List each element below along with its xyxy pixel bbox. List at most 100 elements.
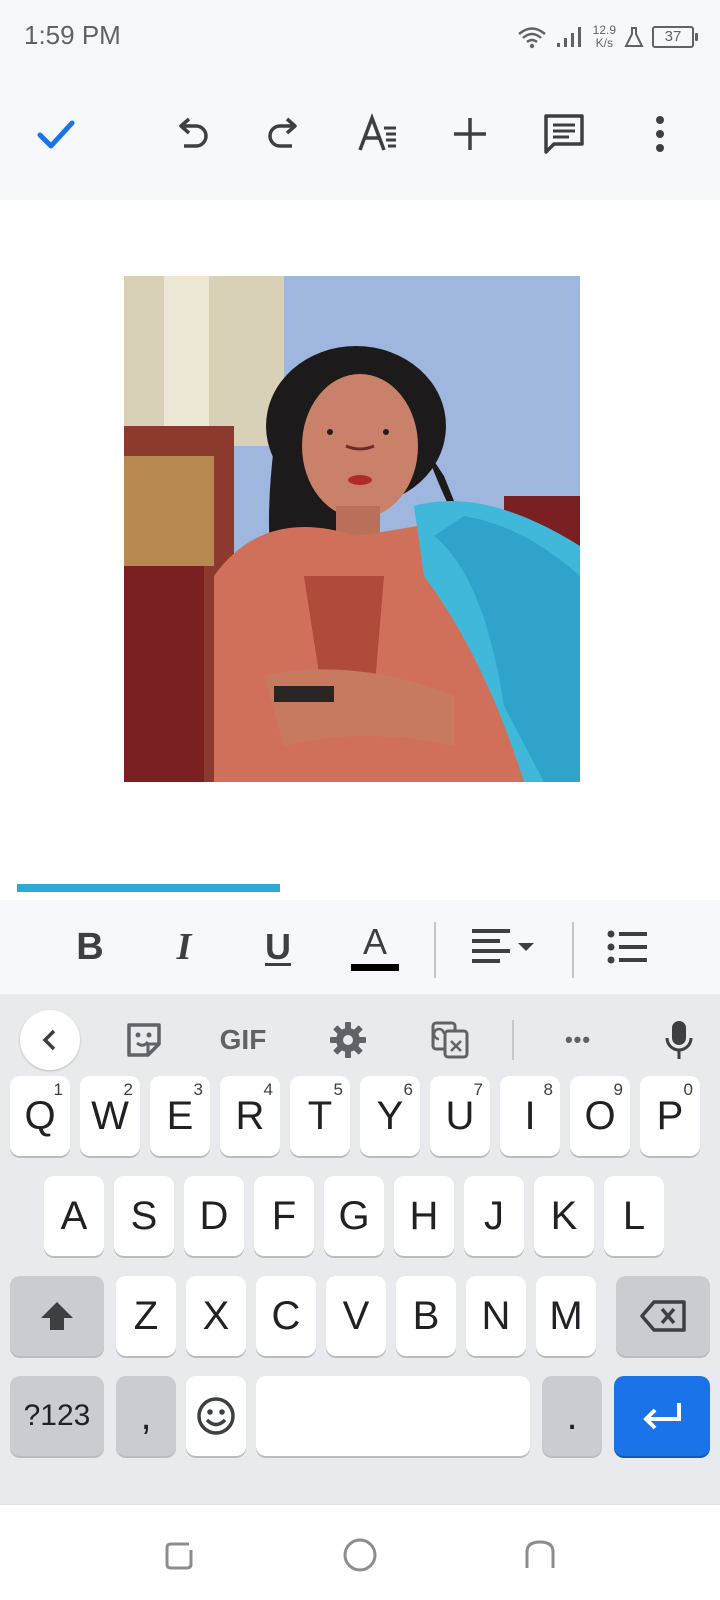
key-v[interactable]: V bbox=[326, 1276, 386, 1356]
key-label: E bbox=[166, 1093, 194, 1138]
key-label: J bbox=[484, 1193, 504, 1238]
key-label: G bbox=[338, 1193, 370, 1238]
backspace-icon bbox=[640, 1300, 686, 1332]
done-button[interactable] bbox=[28, 106, 84, 162]
gif-label: GIF bbox=[219, 1024, 267, 1055]
comment-icon bbox=[544, 114, 584, 154]
check-icon bbox=[37, 120, 75, 149]
keyboard-settings-button[interactable] bbox=[320, 1010, 376, 1070]
key-label: V bbox=[342, 1293, 370, 1338]
keyboard: G I F ••• ?123 , . Q 1 W 2 E 3 R 4 T 5 Y 6… bbox=[0, 994, 720, 1504]
enter-key[interactable] bbox=[614, 1376, 710, 1456]
symbols-key-label: ?123 bbox=[23, 1399, 91, 1432]
redo-button[interactable] bbox=[256, 106, 312, 162]
inserted-photo[interactable] bbox=[124, 276, 580, 782]
key-label: R bbox=[235, 1093, 265, 1138]
home-button[interactable] bbox=[338, 1533, 382, 1577]
key-g[interactable]: G bbox=[324, 1176, 384, 1256]
key-t[interactable]: T5 bbox=[290, 1076, 350, 1156]
key-hint: 2 bbox=[123, 1080, 133, 1099]
key-z[interactable]: Z bbox=[116, 1276, 176, 1356]
key-b[interactable]: B bbox=[396, 1276, 456, 1356]
bullet-list-button[interactable] bbox=[604, 918, 652, 976]
key-label: D bbox=[199, 1193, 229, 1238]
key-l[interactable]: L bbox=[604, 1176, 664, 1256]
backspace-key[interactable] bbox=[616, 1276, 710, 1356]
recents-button[interactable] bbox=[158, 1533, 202, 1577]
keyboard-toolbar: GIF ••• bbox=[0, 994, 720, 1086]
key-label: H bbox=[409, 1193, 439, 1238]
period-key[interactable]: . bbox=[542, 1376, 602, 1456]
keyboard-back-button[interactable] bbox=[20, 1010, 80, 1070]
emoji-key[interactable] bbox=[186, 1376, 246, 1456]
voice-input-button[interactable] bbox=[650, 1010, 708, 1070]
key-i[interactable]: I8 bbox=[500, 1076, 560, 1156]
shift-key[interactable] bbox=[10, 1276, 104, 1356]
text-color-swatch bbox=[351, 963, 399, 971]
upload-progress-bar bbox=[17, 884, 280, 892]
key-d[interactable]: D bbox=[184, 1176, 244, 1256]
key-label: W bbox=[91, 1093, 129, 1138]
key-r[interactable]: R4 bbox=[220, 1076, 280, 1156]
period-key-label: . bbox=[566, 1393, 578, 1438]
photo-illustration bbox=[124, 276, 580, 782]
key-label: I bbox=[524, 1093, 536, 1138]
status-icons: 12.9 K/s 37 bbox=[517, 22, 698, 52]
network-speed-unit: K/s bbox=[595, 36, 613, 50]
key-hint: 9 bbox=[613, 1080, 623, 1099]
symbols-key[interactable]: ?123 bbox=[10, 1376, 104, 1456]
gif-button[interactable]: GIF bbox=[212, 1010, 274, 1070]
key-label: F bbox=[271, 1193, 297, 1238]
key-o[interactable]: O9 bbox=[570, 1076, 630, 1156]
more-options-button[interactable] bbox=[632, 106, 688, 162]
insert-button[interactable] bbox=[442, 106, 498, 162]
key-k[interactable]: K bbox=[534, 1176, 594, 1256]
text-format-button[interactable] bbox=[350, 106, 406, 162]
text-color-button[interactable]: A bbox=[346, 918, 404, 976]
key-label: A bbox=[60, 1193, 88, 1238]
underline-label: U bbox=[265, 926, 291, 967]
comment-button[interactable] bbox=[536, 106, 592, 162]
align-dropdown[interactable] bbox=[466, 918, 544, 976]
space-key[interactable] bbox=[256, 1376, 530, 1456]
key-x[interactable]: X bbox=[186, 1276, 246, 1356]
key-y[interactable]: Y6 bbox=[360, 1076, 420, 1156]
keyboard-toolbar-divider bbox=[512, 1020, 514, 1060]
format-divider bbox=[572, 922, 574, 978]
key-h[interactable]: H bbox=[394, 1176, 454, 1256]
bold-label: B bbox=[76, 925, 104, 968]
undo-button[interactable] bbox=[164, 106, 220, 162]
more-tools-button[interactable]: ••• bbox=[548, 1010, 608, 1070]
key-hint: 7 bbox=[473, 1080, 483, 1099]
translate-button[interactable] bbox=[422, 1010, 478, 1070]
key-s[interactable]: S bbox=[114, 1176, 174, 1256]
back-button[interactable] bbox=[518, 1533, 562, 1577]
key-e[interactable]: E3 bbox=[150, 1076, 210, 1156]
key-hint: 8 bbox=[543, 1080, 553, 1099]
comma-key[interactable]: , bbox=[116, 1376, 176, 1456]
flask-icon bbox=[624, 27, 644, 47]
key-j[interactable]: J bbox=[464, 1176, 524, 1256]
italic-button[interactable]: I bbox=[156, 918, 212, 976]
key-label: N bbox=[481, 1293, 511, 1338]
key-f[interactable]: F bbox=[254, 1176, 314, 1256]
format-divider bbox=[434, 922, 436, 978]
key-hint: 3 bbox=[193, 1080, 203, 1099]
key-a[interactable]: A bbox=[44, 1176, 104, 1256]
key-p[interactable]: P0 bbox=[640, 1076, 700, 1156]
key-m[interactable]: M bbox=[536, 1276, 596, 1356]
underline-button[interactable]: U bbox=[250, 918, 306, 976]
align-left-icon bbox=[472, 929, 534, 963]
document-canvas[interactable] bbox=[0, 200, 720, 900]
status-time: 1:59 PM bbox=[24, 20, 121, 50]
italic-label: I bbox=[176, 926, 192, 968]
sticker-button[interactable] bbox=[118, 1010, 170, 1070]
key-hint: 4 bbox=[263, 1080, 273, 1099]
key-n[interactable]: N bbox=[466, 1276, 526, 1356]
key-q[interactable]: Q1 bbox=[10, 1076, 70, 1156]
key-w[interactable]: W2 bbox=[80, 1076, 140, 1156]
key-u[interactable]: U7 bbox=[430, 1076, 490, 1156]
recents-icon bbox=[165, 1542, 193, 1570]
bold-button[interactable]: B bbox=[62, 918, 118, 976]
key-c[interactable]: C bbox=[256, 1276, 316, 1356]
